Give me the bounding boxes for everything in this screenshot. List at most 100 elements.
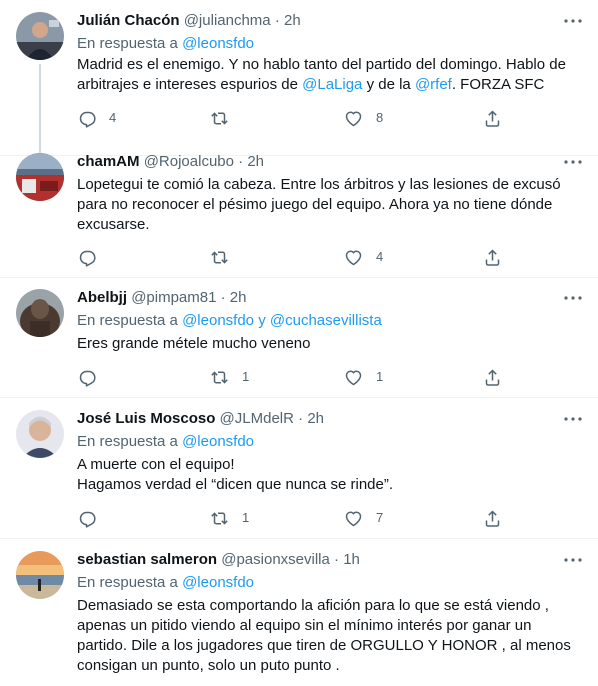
share-icon[interactable] — [483, 368, 502, 387]
reply-to-mention[interactable]: @leonsfdo — [182, 35, 254, 52]
text-segment: consigan un punto, solo un puto punto . — [77, 657, 340, 674]
more-dots-icon[interactable] — [562, 12, 584, 30]
retweet-icon[interactable] — [210, 368, 229, 387]
retweet-button[interactable]: 1 — [210, 367, 249, 387]
text-segment: Madrid es el enemigo. Y no hablo tanto d… — [77, 56, 566, 73]
retweet-icon[interactable] — [210, 248, 229, 267]
retweet-button[interactable]: 1 — [210, 508, 249, 528]
tweet-text-line: Lopetegui te comió la cabeza. Entre los … — [77, 175, 584, 195]
tweet[interactable]: chamAM @Rojoalcubo · 2h Lopetegui te com… — [0, 141, 598, 277]
reply-button[interactable] — [77, 367, 96, 387]
more-dots-icon[interactable] — [562, 551, 584, 569]
text-segment: Hagamos verdad el “dicen que nunca se ri… — [77, 476, 394, 493]
like-count: 1 — [376, 369, 384, 384]
user-handle[interactable]: @julianchma — [184, 12, 271, 29]
reply-to-joiner: y — [254, 312, 270, 329]
reply-button[interactable]: 4 — [77, 108, 116, 128]
tweet-text-line: apenas un pitido viendo al equipo sin el… — [77, 616, 584, 636]
retweet-button[interactable] — [210, 108, 229, 128]
share-icon[interactable] — [483, 109, 502, 128]
reply-button[interactable] — [77, 247, 96, 267]
share-icon[interactable] — [483, 509, 502, 528]
tweet-actions: 17 — [77, 508, 507, 528]
user-handle[interactable]: @Rojoalcubo — [144, 153, 234, 170]
retweet-icon[interactable] — [210, 509, 229, 528]
timestamp[interactable]: 2h — [284, 12, 301, 29]
user-handle[interactable]: @JLMdelR — [220, 410, 294, 427]
tweet[interactable]: Abelbjj @pimpam81 · 2h En respuesta a @l… — [0, 277, 598, 397]
tweet-text-line: arbitrajes e intereses espurios de @LaLi… — [77, 75, 584, 95]
tweet-actions: 48 — [77, 108, 507, 128]
text-segment: arbitrajes e intereses espurios de — [77, 76, 303, 93]
tweet-header: sebastian salmeron @pasionxsevilla · 1h — [77, 550, 558, 570]
reply-to-mention[interactable]: @leonsfdo — [182, 574, 254, 591]
heart-icon[interactable] — [344, 368, 363, 387]
tweet-actions: 11 — [77, 367, 507, 387]
tweet[interactable]: Julián Chacón @julianchma · 2h En respue… — [0, 0, 598, 160]
display-name[interactable]: chamAM — [77, 153, 140, 170]
reply-icon[interactable] — [77, 248, 96, 267]
share-button[interactable] — [483, 508, 502, 528]
timestamp[interactable]: 1h — [343, 551, 360, 568]
reply-to-prefix: En respuesta a — [77, 35, 183, 52]
like-button[interactable]: 7 — [344, 508, 383, 528]
reply-to-prefix: En respuesta a — [77, 433, 183, 450]
avatar[interactable] — [16, 551, 64, 599]
tweet-header: Abelbjj @pimpam81 · 2h — [77, 288, 558, 308]
tweet-text-line: A muerte con el equipo! — [77, 455, 584, 475]
reply-to-line: En respuesta a @leonsfdo — [77, 573, 254, 593]
share-icon[interactable] — [483, 248, 502, 267]
more-dots-icon[interactable] — [562, 153, 584, 171]
separator-dot: · — [220, 289, 226, 306]
tweet[interactable]: sebastian salmeron @pasionxsevilla · 1h … — [0, 539, 598, 686]
heart-icon[interactable] — [344, 248, 363, 267]
heart-icon[interactable] — [344, 109, 363, 128]
display-name[interactable]: sebastian salmeron — [77, 551, 217, 568]
mention-link[interactable]: @LaLiga — [302, 76, 362, 93]
reply-to-mention[interactable]: @leonsfdo — [182, 433, 254, 450]
text-segment: A muerte con el equipo! — [77, 456, 235, 473]
heart-icon[interactable] — [344, 509, 363, 528]
more-dots-icon[interactable] — [562, 410, 584, 428]
more-dots-icon[interactable] — [562, 289, 584, 307]
tweet-text-line: partido. Dile a los jugadores que tiren … — [77, 636, 584, 656]
reply-to-prefix: En respuesta a — [77, 574, 183, 591]
like-button[interactable]: 8 — [344, 108, 383, 128]
text-segment: y de la — [362, 76, 415, 93]
display-name[interactable]: José Luis Moscoso — [77, 410, 215, 427]
mention-link[interactable]: @rfef — [415, 76, 452, 93]
tweet-text: Demasiado se esta comportando la afición… — [77, 596, 584, 676]
reply-to-line: En respuesta a @leonsfdo — [77, 432, 254, 452]
retweet-icon[interactable] — [210, 109, 229, 128]
avatar[interactable] — [16, 410, 64, 458]
retweet-button[interactable] — [210, 247, 229, 267]
retweet-count: 1 — [242, 510, 250, 525]
user-handle[interactable]: @pimpam81 — [131, 289, 216, 306]
reply-icon[interactable] — [77, 368, 96, 387]
reply-to-prefix: En respuesta a — [77, 312, 183, 329]
share-button[interactable] — [483, 367, 502, 387]
like-count: 8 — [376, 110, 384, 125]
display-name[interactable]: Julián Chacón — [77, 12, 180, 29]
share-button[interactable] — [483, 108, 502, 128]
like-button[interactable]: 4 — [344, 247, 383, 267]
timestamp[interactable]: 2h — [247, 153, 264, 170]
tweet[interactable]: José Luis Moscoso @JLMdelR · 2h En respu… — [0, 398, 598, 538]
tweet-text: Lopetegui te comió la cabeza. Entre los … — [77, 175, 584, 235]
share-button[interactable] — [483, 247, 502, 267]
timestamp[interactable]: 2h — [307, 410, 324, 427]
avatar[interactable] — [16, 153, 64, 201]
avatar[interactable] — [16, 289, 64, 337]
like-button[interactable]: 1 — [344, 367, 383, 387]
reply-to-mention[interactable]: @leonsfdo — [182, 312, 254, 329]
user-handle[interactable]: @pasionxsevilla — [221, 551, 330, 568]
reply-icon[interactable] — [77, 509, 96, 528]
timestamp[interactable]: 2h — [230, 289, 247, 306]
display-name[interactable]: Abelbjj — [77, 289, 127, 306]
tweet-text-line: Eres grande métele mucho veneno — [77, 334, 584, 354]
reply-button[interactable] — [77, 508, 96, 528]
avatar[interactable] — [16, 12, 64, 60]
reply-icon[interactable] — [77, 109, 96, 128]
tweet-header: Julián Chacón @julianchma · 2h — [77, 11, 558, 31]
reply-to-mention[interactable]: @cuchasevillista — [270, 312, 382, 329]
